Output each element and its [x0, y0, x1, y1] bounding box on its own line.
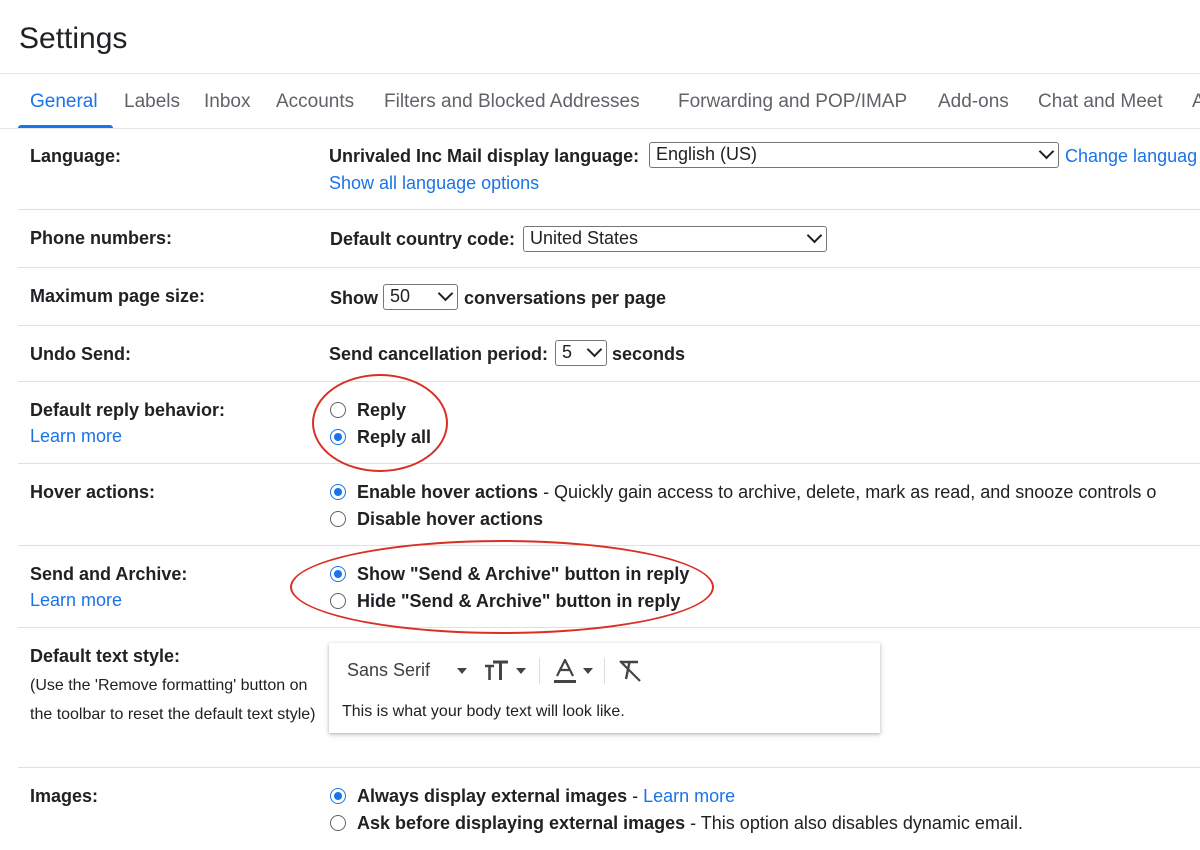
chevron-down-icon: [806, 227, 823, 244]
country-code-select[interactable]: United States: [523, 226, 827, 252]
reply-behavior-label: Default reply behavior:: [30, 400, 226, 420]
disable-hover-option-label[interactable]: Disable hover actions: [357, 509, 543, 530]
hover-actions-label: Hover actions:: [30, 482, 156, 502]
page-title: Settings: [19, 22, 128, 55]
chevron-down-icon: [1038, 143, 1055, 160]
enable-hover-radio[interactable]: [330, 484, 346, 500]
cancellation-period-select[interactable]: 5: [555, 340, 607, 366]
language-row: Language: Unrivaled Inc Mail display lan…: [18, 128, 1200, 210]
reply-option-label[interactable]: Reply: [357, 400, 406, 421]
phone-numbers-row: Phone numbers: Default country code: Uni…: [18, 210, 1200, 268]
reply-all-radio[interactable]: [330, 429, 346, 445]
always-display-images-radio[interactable]: [330, 788, 346, 804]
hover-actions-row: Hover actions: Enable hover actions - Qu…: [18, 464, 1200, 546]
toolbar-divider: [604, 658, 605, 684]
reply-learn-more-link[interactable]: Learn more: [30, 426, 122, 447]
tab-forwarding[interactable]: Forwarding and POP/IMAP: [678, 91, 907, 113]
text-color-dropdown-arrow-icon[interactable]: [583, 668, 593, 674]
page-size-suffix: conversations per page: [464, 288, 667, 308]
ask-before-images-option-label[interactable]: Ask before displaying external images: [357, 813, 685, 833]
chevron-down-icon: [586, 341, 603, 358]
tab-inbox[interactable]: Inbox: [204, 91, 250, 113]
remove-formatting-icon[interactable]: [618, 659, 642, 683]
undo-send-label: Undo Send:: [30, 344, 131, 364]
cancellation-seconds-label: seconds: [612, 344, 686, 364]
page-size-row: Maximum page size: Show 50 conversations…: [18, 268, 1200, 326]
page-size-select[interactable]: 50: [383, 284, 458, 310]
font-size-dropdown-arrow-icon[interactable]: [516, 668, 526, 674]
change-language-link[interactable]: Change languag: [1065, 146, 1197, 167]
country-code-label: Default country code:: [330, 229, 516, 249]
show-all-languages-link[interactable]: Show all language options: [329, 173, 539, 194]
send-archive-learn-more-link[interactable]: Learn more: [30, 590, 122, 611]
disable-hover-radio[interactable]: [330, 511, 346, 527]
cancellation-period-label: Send cancellation period:: [329, 344, 549, 364]
display-language-label: Unrivaled Inc Mail display language:: [329, 146, 640, 166]
images-row: Images: Always display external images -…: [18, 768, 1200, 850]
page-size-label: Maximum page size:: [30, 286, 206, 306]
phone-numbers-label: Phone numbers:: [30, 228, 173, 248]
font-family-select[interactable]: Sans Serif: [347, 660, 430, 681]
ask-before-images-radio[interactable]: [330, 815, 346, 831]
ask-before-images-description: - This option also disables dynamic emai…: [685, 813, 1023, 833]
tab-addons[interactable]: Add-ons: [938, 91, 1009, 113]
tab-general[interactable]: General: [30, 91, 98, 113]
send-archive-label: Send and Archive:: [30, 564, 188, 584]
enable-hover-option-label[interactable]: Enable hover actions: [357, 482, 538, 502]
images-learn-more-link[interactable]: Learn more: [643, 786, 735, 806]
enable-hover-description: - Quickly gain access to archive, delete…: [538, 482, 1157, 502]
show-send-archive-option-label[interactable]: Show "Send & Archive" button in reply: [357, 564, 689, 585]
tab-filters[interactable]: Filters and Blocked Addresses: [384, 91, 640, 113]
images-separator: -: [627, 786, 644, 806]
language-label: Language:: [30, 146, 122, 166]
hide-send-archive-radio[interactable]: [330, 593, 346, 609]
undo-send-row: Undo Send: Send cancellation period: 5 s…: [18, 326, 1200, 382]
reply-behavior-row: Default reply behavior: Learn more Reply…: [18, 382, 1200, 464]
reply-all-option-label[interactable]: Reply all: [357, 427, 431, 448]
font-dropdown-arrow-icon[interactable]: [457, 668, 467, 674]
toolbar-divider: [539, 658, 540, 684]
text-style-label: Default text style:: [30, 646, 181, 666]
hide-send-archive-option-label[interactable]: Hide "Send & Archive" button in reply: [357, 591, 680, 612]
images-label: Images:: [30, 786, 99, 806]
tab-advanced[interactable]: A: [1192, 91, 1200, 113]
tab-labels[interactable]: Labels: [124, 91, 180, 113]
page-size-prefix: Show: [330, 288, 378, 308]
reply-radio[interactable]: [330, 402, 346, 418]
text-style-note: (Use the 'Remove formatting' button on t…: [30, 677, 316, 723]
text-style-editor: Sans Serif This is what your body text w…: [329, 643, 880, 733]
tab-chat-meet[interactable]: Chat and Meet: [1038, 91, 1163, 113]
always-display-images-option-label[interactable]: Always display external images: [357, 786, 627, 806]
text-style-preview[interactable]: This is what your body text will look li…: [342, 703, 625, 721]
language-select[interactable]: English (US): [649, 142, 1059, 168]
font-size-icon[interactable]: [484, 660, 510, 682]
text-color-icon[interactable]: [554, 659, 576, 683]
chevron-down-icon: [437, 285, 454, 302]
show-send-archive-radio[interactable]: [330, 566, 346, 582]
send-archive-row: Send and Archive: Learn more Show "Send …: [18, 546, 1200, 628]
tab-accounts[interactable]: Accounts: [276, 91, 354, 113]
settings-tabs: General Labels Inbox Accounts Filters an…: [0, 73, 1200, 129]
